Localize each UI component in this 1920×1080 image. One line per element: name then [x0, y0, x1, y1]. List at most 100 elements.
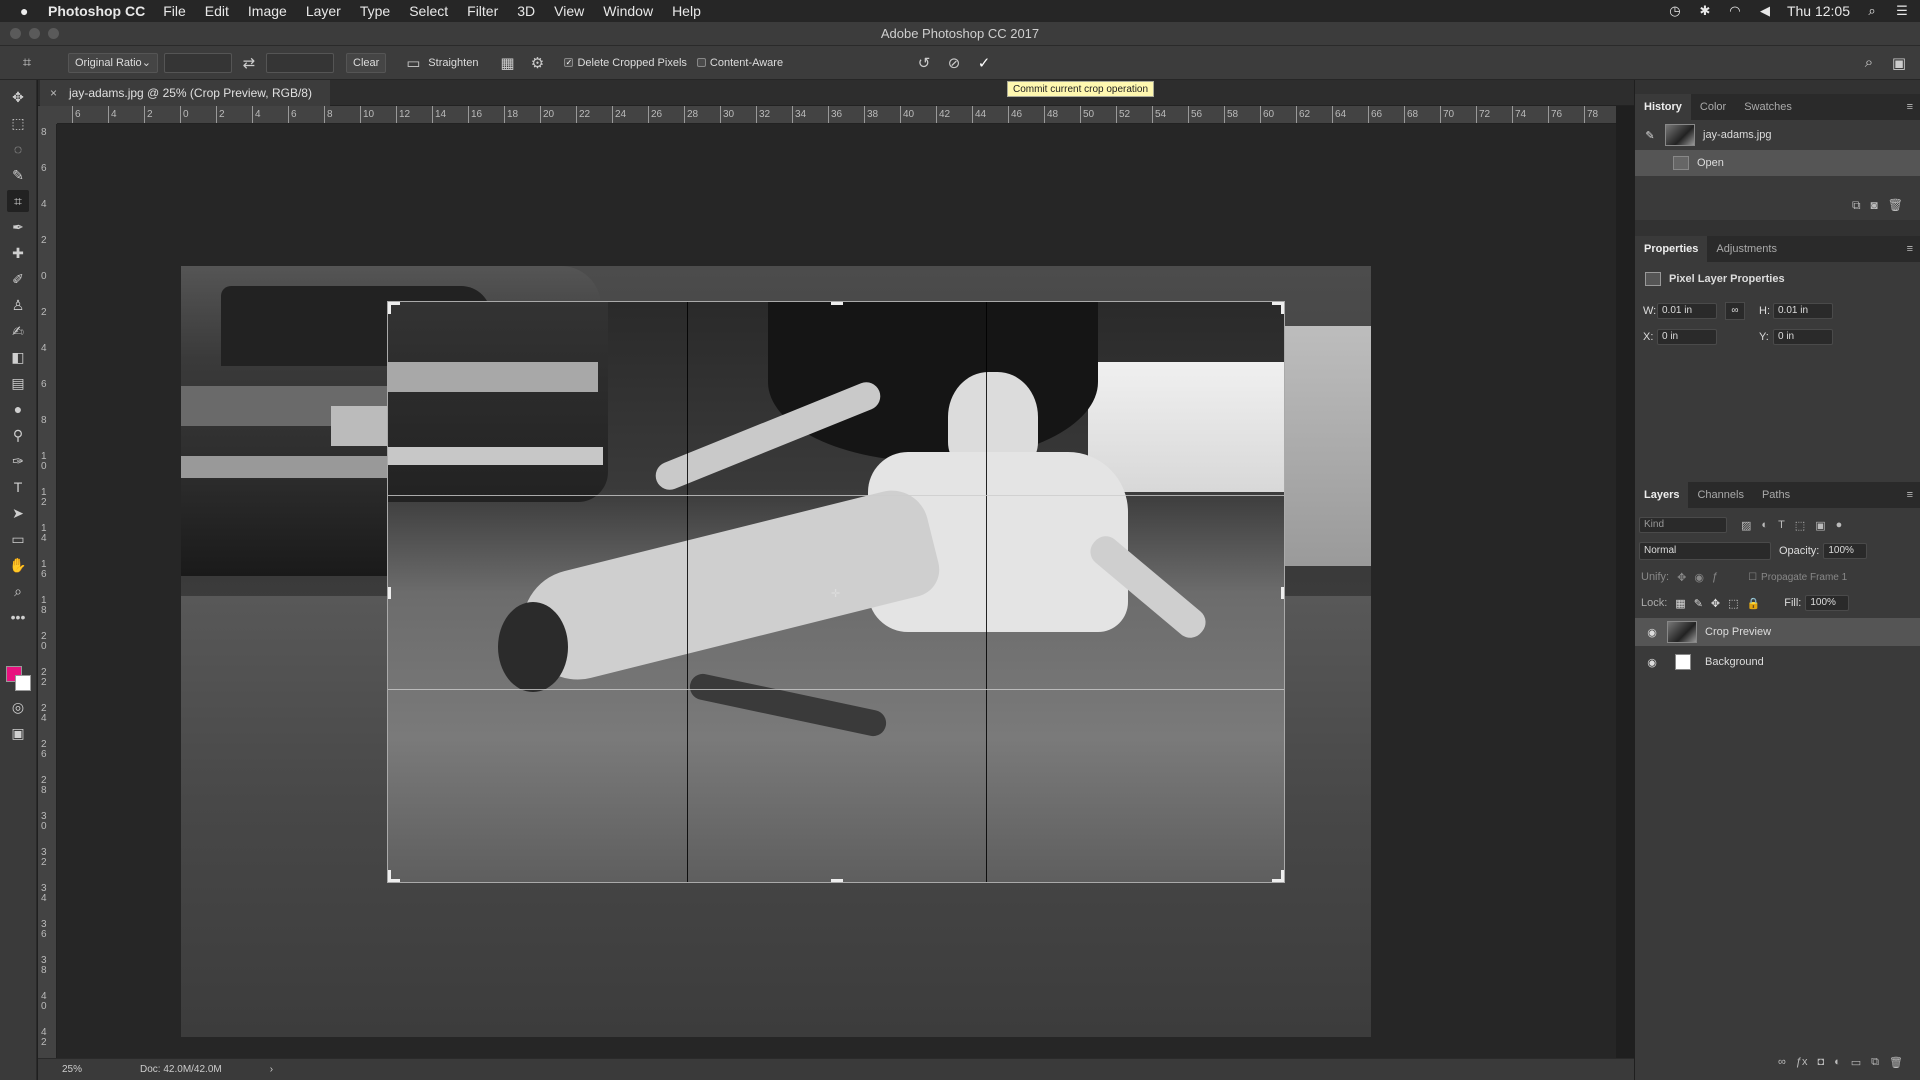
- wifi-icon[interactable]: ◠: [1727, 4, 1743, 18]
- eraser-tool-icon[interactable]: ◧: [7, 346, 29, 368]
- adjustment-layer-icon[interactable]: ◐: [1834, 1056, 1841, 1069]
- lasso-tool-icon[interactable]: ◌: [7, 138, 29, 160]
- spotlight-icon[interactable]: ⌕: [1864, 4, 1880, 18]
- link-icon[interactable]: ∞: [1725, 302, 1745, 320]
- menu-filter[interactable]: Filter: [467, 3, 498, 19]
- crop-handle-left[interactable]: [388, 587, 391, 599]
- layer-name[interactable]: Crop Preview: [1705, 626, 1771, 638]
- tab-paths[interactable]: Paths: [1753, 482, 1799, 508]
- rectangle-tool-icon[interactable]: ▭: [7, 528, 29, 550]
- delete-layer-icon[interactable]: 🗑: [1889, 1056, 1903, 1069]
- overlay-grid-icon[interactable]: ▦: [496, 52, 518, 74]
- ratio-dropdown[interactable]: Original Ratio ⌄: [68, 52, 158, 73]
- tab-adjustments[interactable]: Adjustments: [1707, 236, 1786, 262]
- more-tools-icon[interactable]: •••: [7, 606, 29, 628]
- time-machine-icon[interactable]: ◷: [1667, 4, 1683, 18]
- filter-adjustment-icon[interactable]: ◐: [1761, 519, 1768, 532]
- menu-view[interactable]: View: [554, 3, 584, 19]
- layer-name[interactable]: Background: [1705, 656, 1764, 668]
- height-field[interactable]: 0.01 in: [1773, 303, 1833, 319]
- lock-position-icon[interactable]: ✥: [1711, 597, 1720, 610]
- commit-crop-icon[interactable]: ✓: [973, 52, 995, 74]
- healing-brush-tool-icon[interactable]: ✚: [7, 242, 29, 264]
- layer-visibility-icon[interactable]: ◉: [1645, 626, 1659, 639]
- history-step[interactable]: Open: [1635, 150, 1920, 176]
- layer-filter-kind[interactable]: Kind: [1639, 517, 1727, 533]
- hand-tool-icon[interactable]: ✋: [7, 554, 29, 576]
- lock-all-icon[interactable]: 🔒: [1747, 597, 1761, 610]
- menubar-clock[interactable]: Thu 12:05: [1787, 3, 1850, 19]
- add-mask-icon[interactable]: ◘: [1817, 1056, 1824, 1069]
- panel-menu-icon[interactable]: ≡: [1907, 94, 1913, 120]
- apple-icon[interactable]: ●: [20, 4, 34, 18]
- new-document-from-state-icon[interactable]: ⧉: [1852, 198, 1861, 213]
- reset-icon[interactable]: ↺: [913, 52, 935, 74]
- minimize-window-icon[interactable]: [29, 28, 40, 39]
- delete-cropped-checkbox[interactable]: ✓ Delete Cropped Pixels: [564, 57, 687, 69]
- gradient-tool-icon[interactable]: ▤: [7, 372, 29, 394]
- x-field[interactable]: 0 in: [1657, 329, 1717, 345]
- filter-type-icon[interactable]: T: [1778, 519, 1785, 532]
- tab-color[interactable]: Color: [1691, 94, 1735, 120]
- snapshot-camera-icon[interactable]: ◙: [1871, 198, 1878, 213]
- unify-style-icon[interactable]: ƒ: [1712, 571, 1718, 583]
- tab-layers[interactable]: Layers: [1635, 482, 1689, 508]
- cancel-crop-icon[interactable]: ⊘: [943, 52, 965, 74]
- bluetooth-icon[interactable]: ✱: [1697, 4, 1713, 18]
- type-tool-icon[interactable]: T: [7, 476, 29, 498]
- settings-gear-icon[interactable]: ⚙: [526, 52, 548, 74]
- crop-handle-top[interactable]: [831, 302, 843, 305]
- unify-visibility-icon[interactable]: ◉: [1694, 571, 1704, 584]
- clone-stamp-tool-icon[interactable]: ♙: [7, 294, 29, 316]
- menu-layer[interactable]: Layer: [306, 3, 341, 19]
- pen-tool-icon[interactable]: ✑: [7, 450, 29, 472]
- menu-image[interactable]: Image: [248, 3, 287, 19]
- menu-app-name[interactable]: Photoshop CC: [48, 3, 145, 19]
- layer-visibility-icon[interactable]: ◉: [1645, 656, 1659, 669]
- horizontal-ruler[interactable]: 6 4 2 0 2 4 6 8 10 12 14 16 18 20 22 24 26 28 30 32 34 36 38 40…: [57, 106, 1616, 124]
- layer-style-icon[interactable]: ƒx: [1796, 1056, 1808, 1069]
- filter-pixel-icon[interactable]: ▨: [1741, 519, 1751, 532]
- tab-history[interactable]: History: [1635, 94, 1691, 120]
- layer-row-crop-preview[interactable]: ◉ Crop Preview: [1635, 618, 1920, 646]
- screen-mode-icon[interactable]: ▣: [7, 722, 29, 744]
- document-tab[interactable]: × jay-adams.jpg @ 25% (Crop Preview, RGB…: [40, 80, 330, 106]
- menu-file[interactable]: File: [163, 3, 186, 19]
- history-brush-tool-icon[interactable]: ✍: [7, 320, 29, 342]
- tab-swatches[interactable]: Swatches: [1735, 94, 1801, 120]
- eyedropper-tool-icon[interactable]: ✒: [7, 216, 29, 238]
- panel-menu-icon[interactable]: ≡: [1907, 236, 1913, 262]
- brush-tool-icon[interactable]: ✐: [7, 268, 29, 290]
- crop-handle-right[interactable]: [1281, 587, 1284, 599]
- search-icon[interactable]: ⌕: [1858, 52, 1880, 74]
- ruler-origin[interactable]: [38, 106, 57, 124]
- crop-handle-tl-v[interactable]: [388, 302, 391, 314]
- history-snapshot-row[interactable]: ✎ jay-adams.jpg: [1635, 122, 1920, 148]
- crop-box[interactable]: ✛: [387, 301, 1285, 883]
- menu-help[interactable]: Help: [672, 3, 701, 19]
- crop-tool-icon[interactable]: ⌗: [7, 190, 29, 212]
- volume-icon[interactable]: ◀: [1757, 4, 1773, 18]
- blend-mode-select[interactable]: Normal: [1639, 542, 1771, 560]
- blur-tool-icon[interactable]: ●: [7, 398, 29, 420]
- crop-handle-tr-v[interactable]: [1281, 302, 1284, 314]
- new-layer-icon[interactable]: ⧉: [1871, 1056, 1879, 1069]
- lock-brush-icon[interactable]: ✎: [1694, 597, 1703, 610]
- lock-transparent-icon[interactable]: ▦: [1675, 597, 1685, 610]
- clear-button[interactable]: Clear: [346, 52, 387, 73]
- panel-menu-icon[interactable]: ≡: [1907, 482, 1913, 508]
- tab-channels[interactable]: Channels: [1688, 482, 1752, 508]
- layer-row-background[interactable]: ◉ Background: [1635, 648, 1920, 676]
- marquee-tool-icon[interactable]: ⬚: [7, 112, 29, 134]
- crop-tool-preset-icon[interactable]: ⌗: [16, 52, 38, 74]
- vertical-ruler[interactable]: 8 6 4 2 0 2 4 6 8 10 12 14 16 18 20 22 24 26 28 30 32 34 36 38 4…: [38, 124, 57, 1058]
- close-document-icon[interactable]: ×: [50, 86, 57, 100]
- unify-position-icon[interactable]: ✥: [1677, 571, 1686, 584]
- quick-mask-icon[interactable]: ◎: [7, 696, 29, 718]
- ratio-width-field[interactable]: [164, 52, 232, 73]
- dodge-tool-icon[interactable]: ⚲: [7, 424, 29, 446]
- quick-selection-tool-icon[interactable]: ✎: [7, 164, 29, 186]
- close-window-icon[interactable]: [10, 28, 21, 39]
- straighten-icon[interactable]: ▭: [402, 52, 424, 74]
- workspace-icon[interactable]: ▣: [1888, 52, 1910, 74]
